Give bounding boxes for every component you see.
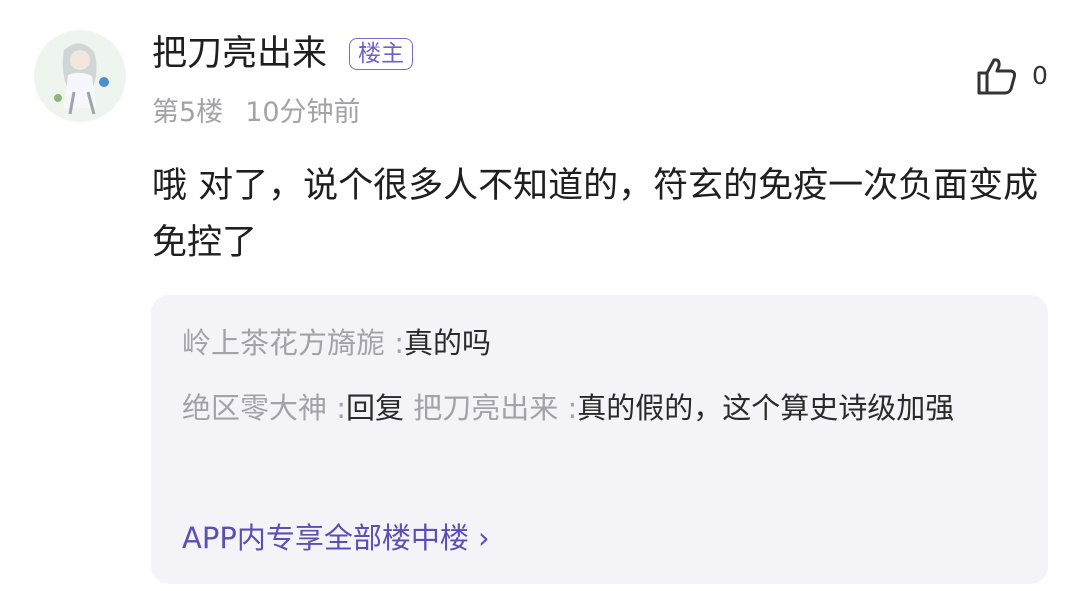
reply-target[interactable]: 把刀亮出来 :: [413, 391, 577, 425]
sub-reply[interactable]: 岭上茶花方旖旎 :真的吗: [182, 315, 1018, 371]
reply-author[interactable]: 绝区零大神 :: [182, 391, 346, 425]
floor-number: 第5楼: [152, 97, 224, 128]
reply-author[interactable]: 岭上茶花方旖旎 :: [182, 326, 404, 360]
avatar[interactable]: [34, 30, 126, 122]
like-button[interactable]: 0: [976, 56, 1048, 96]
post-content: 哦 对了，说个很多人不知道的，符玄的免疫一次负面变成免控了: [152, 166, 1039, 263]
like-count: 0: [1032, 61, 1048, 90]
op-badge: 楼主: [349, 38, 413, 70]
reply-word: 回复: [346, 391, 405, 425]
sub-replies-panel: 岭上茶花方旖旎 :真的吗 绝区零大神 :回复 把刀亮出来 :真的假的，这个算史诗…: [151, 295, 1048, 584]
reply-text: 真的吗: [404, 326, 492, 360]
post-meta: 第5楼 10分钟前: [152, 95, 361, 131]
view-all-replies-link[interactable]: APP内专享全部楼中楼 ›: [182, 516, 490, 560]
thumbs-up-icon: [977, 58, 1017, 95]
reply-text: 真的假的，这个算史诗级加强: [577, 391, 955, 425]
post-time: 10分钟前: [245, 97, 361, 128]
sub-reply[interactable]: 绝区零大神 :回复 把刀亮出来 :真的假的，这个算史诗级加强: [182, 380, 1018, 436]
username[interactable]: 把刀亮出来: [152, 30, 327, 78]
avatar-illustration: [34, 30, 126, 122]
